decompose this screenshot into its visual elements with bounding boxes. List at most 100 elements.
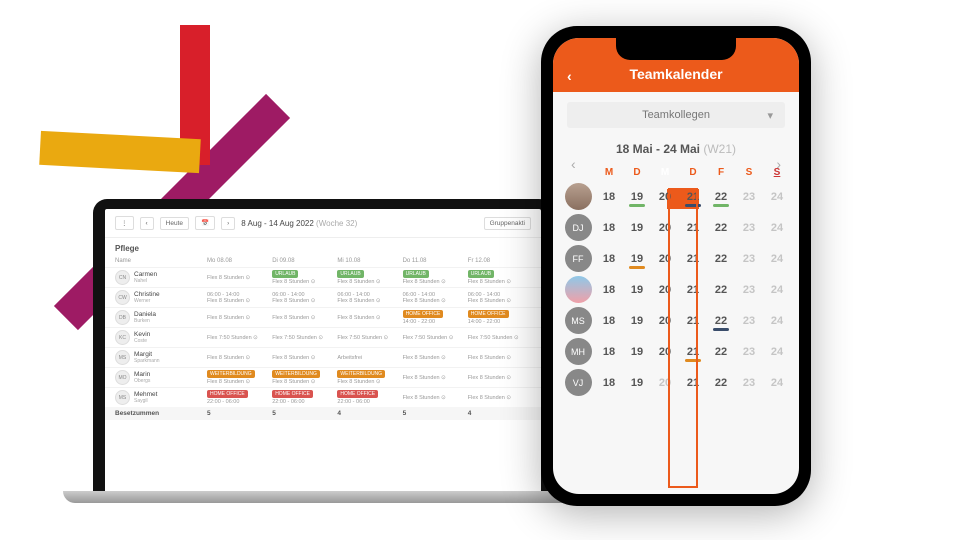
person-name: Margit [134,351,160,358]
team-avatar[interactable] [565,276,592,303]
calendar-cell[interactable]: 18 [595,243,623,274]
calendar-cell[interactable]: 20 [651,336,679,367]
schedule-cell[interactable]: Flex 7:50 Stunden ⊙ [403,335,466,341]
team-avatar[interactable]: MS [565,307,592,334]
calendar-cell[interactable]: 18 [595,274,623,305]
schedule-cell[interactable]: Flex 8 Stunden ⊙ [468,395,531,401]
calendar-cell[interactable]: 24 [763,212,791,243]
schedule-cell[interactable]: Flex 8 Stunden ⊙ [403,355,466,361]
schedule-cell[interactable]: WEITERBILDUNGFlex 8 Stunden ⊙ [272,370,335,385]
calendar-cell[interactable]: 24 [763,336,791,367]
schedule-cell[interactable]: Flex 8 Stunden ⊙ [403,395,466,401]
schedule-cell[interactable]: Flex 8 Stunden ⊙ [207,355,270,361]
schedule-cell[interactable]: HOME OFFICE14:00 - 22:00 [403,310,466,325]
team-avatar[interactable]: FF [565,245,592,272]
calendar-cell[interactable]: 24 [763,274,791,305]
calendar-cell[interactable]: 21 [679,274,707,305]
team-avatar[interactable]: MH [565,338,592,365]
schedule-cell[interactable]: URLAUBFlex 8 Stunden ⊙ [468,270,531,285]
calendar-cell[interactable]: 23 [735,243,763,274]
calendar-cell[interactable]: 22 [707,274,735,305]
schedule-cell[interactable]: Flex 8 Stunden ⊙ [272,355,335,361]
calendar-cell[interactable]: 22 [707,212,735,243]
calendar-cell[interactable]: 22 [707,243,735,274]
calendar-cell[interactable]: 20 [651,212,679,243]
calendar-cell[interactable]: 20 [651,243,679,274]
schedule-cell[interactable]: 06:00 - 14:00Flex 8 Stunden ⊙ [468,292,531,304]
schedule-cell[interactable]: HOME OFFICE22:00 - 06:00 [337,390,400,405]
calendar-cell[interactable]: 22 [707,367,735,398]
calendar-cell[interactable]: 20 [651,367,679,398]
calendar-cell[interactable]: 19 [623,181,651,212]
calendar-cell[interactable]: 22 [707,181,735,212]
schedule-cell[interactable]: Flex 8 Stunden ⊙ [207,275,270,281]
next-button[interactable]: › [221,217,235,230]
schedule-cell[interactable]: WEITERBILDUNGFlex 8 Stunden ⊙ [207,370,270,385]
team-avatar[interactable]: VJ [565,369,592,396]
calendar-cell[interactable]: 23 [735,181,763,212]
calendar-cell[interactable]: 18 [595,336,623,367]
schedule-cell[interactable]: 06:00 - 14:00Flex 8 Stunden ⊙ [272,292,335,304]
calendar-cell[interactable]: 21 [679,181,707,212]
schedule-cell[interactable]: URLAUBFlex 8 Stunden ⊙ [337,270,400,285]
calendar-cell[interactable]: 20 [651,181,679,212]
team-avatar[interactable]: DJ [565,214,592,241]
calendar-cell[interactable]: 21 [679,367,707,398]
calendar-cell[interactable]: 23 [735,212,763,243]
schedule-cell[interactable]: Flex 8 Stunden ⊙ [468,355,531,361]
calendar-cell[interactable]: 23 [735,367,763,398]
calendar-cell[interactable]: 19 [623,274,651,305]
filter-icon[interactable]: ⋮ [115,216,134,230]
schedule-cell[interactable]: Flex 8 Stunden ⊙ [403,375,466,381]
schedule-cell[interactable]: HOME OFFICE22:00 - 06:00 [272,390,335,405]
calendar-cell[interactable]: 19 [623,243,651,274]
team-dropdown[interactable]: Teamkollegen [567,102,785,128]
group-actions-button[interactable]: Gruppenakti [484,217,531,230]
calendar-cell[interactable]: 24 [763,305,791,336]
calendar-cell[interactable]: 20 [651,274,679,305]
calendar-cell[interactable]: 19 [623,212,651,243]
prev-button[interactable]: ‹ [140,217,154,230]
schedule-cell[interactable]: Flex 7:50 Stunden ⊙ [207,335,270,341]
calendar-cell[interactable]: 18 [595,181,623,212]
calendar-icon[interactable]: 📅 [195,216,215,230]
schedule-cell[interactable]: URLAUBFlex 8 Stunden ⊙ [272,270,335,285]
calendar-cell[interactable]: 19 [623,305,651,336]
schedule-cell[interactable]: Flex 7:50 Stunden ⊙ [468,335,531,341]
calendar-cell[interactable]: 19 [623,336,651,367]
schedule-cell[interactable]: Flex 8 Stunden ⊙ [272,315,335,321]
schedule-cell[interactable]: Flex 7:50 Stunden ⊙ [337,335,400,341]
schedule-cell[interactable]: Flex 8 Stunden ⊙ [468,375,531,381]
calendar-cell[interactable]: 23 [735,274,763,305]
schedule-cell[interactable]: 06:00 - 14:00Flex 8 Stunden ⊙ [337,292,400,304]
calendar-cell[interactable]: 20 [651,305,679,336]
today-button[interactable]: Heute [160,217,189,230]
calendar-cell[interactable]: 18 [595,305,623,336]
schedule-cell[interactable]: 06:00 - 14:00Flex 8 Stunden ⊙ [207,292,270,304]
calendar-cell[interactable]: 23 [735,305,763,336]
calendar-cell[interactable]: 19 [623,367,651,398]
schedule-cell[interactable]: HOME OFFICE14:00 - 22:00 [468,310,531,325]
calendar-cell[interactable]: 18 [595,367,623,398]
calendar-cell[interactable]: 21 [679,305,707,336]
calendar-cell[interactable]: 22 [707,336,735,367]
calendar-cell[interactable]: 24 [763,367,791,398]
schedule-cell[interactable]: Flex 8 Stunden ⊙ [207,315,270,321]
calendar-cell[interactable]: 23 [735,336,763,367]
schedule-cell[interactable]: HOME OFFICE22:00 - 06:00 [207,390,270,405]
calendar-cell[interactable]: 22 [707,305,735,336]
calendar-cell[interactable]: 21 [679,336,707,367]
schedule-cell[interactable]: Flex 7:50 Stunden ⊙ [272,335,335,341]
schedule-cell[interactable]: URLAUBFlex 8 Stunden ⊙ [403,270,466,285]
calendar-cell[interactable]: 21 [679,212,707,243]
calendar-cell[interactable]: 24 [763,181,791,212]
back-icon[interactable]: ‹ [567,68,572,84]
team-avatar[interactable] [565,183,592,210]
schedule-cell[interactable]: WEITERBILDUNGFlex 8 Stunden ⊙ [337,370,400,385]
calendar-cell[interactable]: 18 [595,212,623,243]
calendar-cell[interactable]: 24 [763,243,791,274]
schedule-cell[interactable]: Flex 8 Stunden ⊙ [337,315,400,321]
schedule-cell[interactable]: 06:00 - 14:00Flex 8 Stunden ⊙ [403,292,466,304]
calendar-cell[interactable]: 21 [679,243,707,274]
schedule-cell[interactable]: Arbeitsfrei [337,355,400,361]
